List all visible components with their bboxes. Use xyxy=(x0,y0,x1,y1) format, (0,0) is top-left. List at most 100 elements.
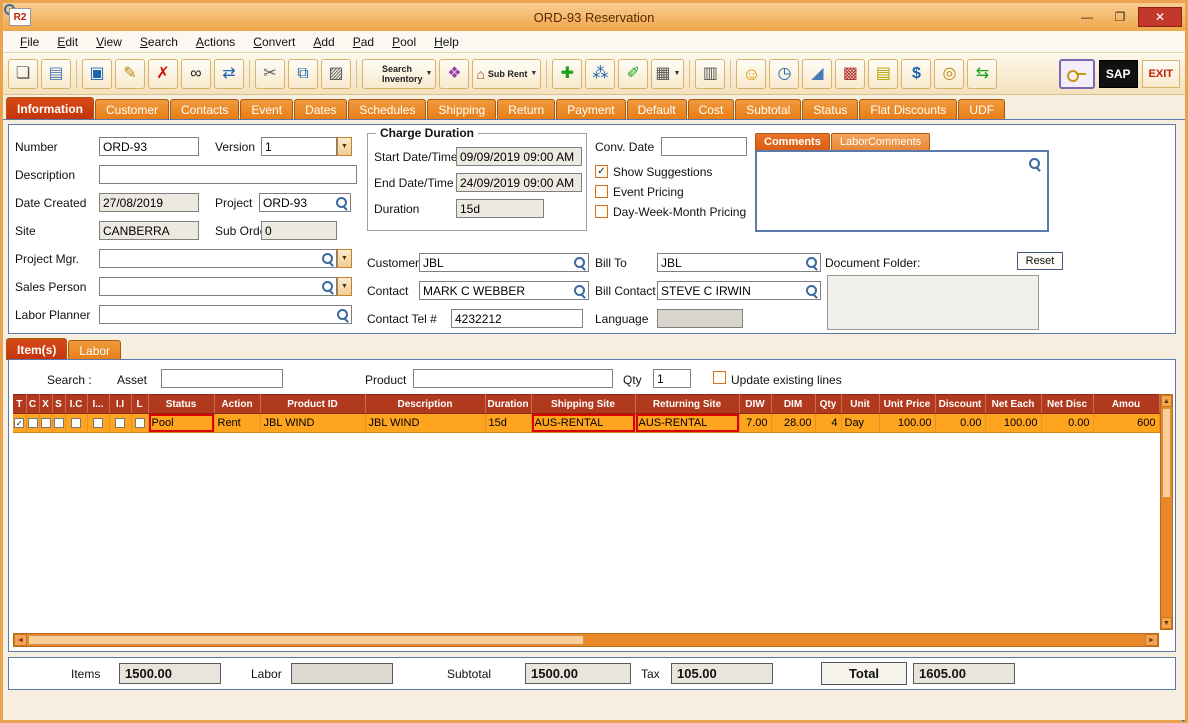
row-cell[interactable]: ✓ xyxy=(13,414,26,433)
find-button[interactable]: ∞ xyxy=(181,59,211,89)
cell-action[interactable]: Rent xyxy=(214,414,260,433)
row-cell[interactable] xyxy=(109,414,131,433)
duration-field[interactable] xyxy=(456,199,544,218)
tab-labor-comments[interactable]: LaborComments xyxy=(831,133,930,150)
search-icon[interactable] xyxy=(1028,157,1041,170)
menu-add[interactable]: Add xyxy=(304,33,343,51)
tab-udf[interactable]: UDF xyxy=(958,99,1005,119)
clock-button[interactable]: ◷ xyxy=(769,59,799,89)
search-icon[interactable] xyxy=(321,252,334,265)
menu-convert[interactable]: Convert xyxy=(244,33,304,51)
event-pricing-checkbox[interactable] xyxy=(595,185,608,198)
version-dropdown-button[interactable]: ▼ xyxy=(337,137,352,156)
row-cell[interactable] xyxy=(87,414,109,433)
row-cell[interactable] xyxy=(26,414,39,433)
menu-actions[interactable]: Actions xyxy=(187,33,244,51)
day-week-month-pricing-checkbox[interactable] xyxy=(595,205,608,218)
edit-button[interactable]: ✎ xyxy=(115,59,145,89)
search-icon[interactable] xyxy=(805,256,818,269)
tab-schedules[interactable]: Schedules xyxy=(348,99,426,119)
search-inventory-button[interactable]: SearchInventory ▼ xyxy=(362,59,436,89)
cell-description[interactable]: JBL WIND xyxy=(365,414,485,433)
menu-file[interactable]: File xyxy=(11,33,48,51)
sales-person-field[interactable] xyxy=(99,277,337,296)
tab-contacts[interactable]: Contacts xyxy=(170,99,239,119)
conv-date-field[interactable] xyxy=(661,137,747,156)
scroll-left-button[interactable]: ◄ xyxy=(14,634,27,646)
tab-information[interactable]: Information xyxy=(6,97,94,119)
cell-shipping-site[interactable]: AUS-RENTAL xyxy=(531,414,635,433)
maximize-button[interactable]: ❐ xyxy=(1105,7,1135,27)
bill-contact-field[interactable] xyxy=(657,281,821,300)
contact-tel-field[interactable] xyxy=(451,309,583,328)
close-button[interactable]: ✕ xyxy=(1138,7,1182,27)
product-field[interactable] xyxy=(413,369,613,388)
cell-returning-site[interactable]: AUS-RENTAL xyxy=(635,414,739,433)
security-key-button[interactable] xyxy=(1059,59,1095,89)
tab-default[interactable]: Default xyxy=(627,99,687,119)
vertical-scroll-thumb[interactable] xyxy=(1162,408,1171,498)
search-icon[interactable] xyxy=(336,308,349,321)
search-icon[interactable] xyxy=(805,284,818,297)
end-datetime-field[interactable] xyxy=(456,173,582,192)
reset-button[interactable]: Reset xyxy=(1017,252,1063,270)
cell-discount[interactable]: 0.00 xyxy=(935,414,985,433)
circles-cluster-button[interactable]: ⁂ xyxy=(585,59,615,89)
tab-event[interactable]: Event xyxy=(240,99,293,119)
notes-button[interactable]: ▤ xyxy=(868,59,898,89)
horizontal-scrollbar[interactable]: ◄ ► xyxy=(13,633,1159,647)
project-field[interactable] xyxy=(259,193,351,212)
cell-qty[interactable]: 4 xyxy=(815,414,841,433)
menu-search[interactable]: Search xyxy=(131,33,187,51)
horizontal-scroll-thumb[interactable] xyxy=(28,635,584,645)
comments-box[interactable] xyxy=(755,150,1049,232)
cell-amount[interactable]: 600 xyxy=(1093,414,1159,433)
row-checkbox[interactable] xyxy=(41,418,51,428)
edit-note-button[interactable]: ✐ xyxy=(618,59,648,89)
cell-unit[interactable]: Day xyxy=(841,414,879,433)
tab-items[interactable]: Item(s) xyxy=(6,338,67,360)
tab-labor[interactable]: Labor xyxy=(68,340,121,360)
search-icon[interactable] xyxy=(321,280,334,293)
qty-field[interactable] xyxy=(653,369,691,388)
exit-button[interactable]: EXIT xyxy=(1142,60,1180,88)
number-field[interactable] xyxy=(99,137,199,156)
minimize-button[interactable]: — xyxy=(1072,7,1102,27)
contact-field[interactable] xyxy=(419,281,589,300)
menu-help[interactable]: Help xyxy=(425,33,468,51)
project-mgr-dropdown-button[interactable]: ▼ xyxy=(337,249,352,268)
date-created-field[interactable] xyxy=(99,193,199,212)
add-button[interactable]: ✚ xyxy=(552,59,582,89)
menu-edit[interactable]: Edit xyxy=(48,33,87,51)
print-button[interactable]: ▤ xyxy=(41,59,71,89)
row-checkbox[interactable] xyxy=(28,418,38,428)
update-existing-lines-checkbox[interactable] xyxy=(713,371,726,384)
site-field[interactable] xyxy=(99,221,199,240)
cell-diw[interactable]: 7.00 xyxy=(739,414,771,433)
tab-shipping[interactable]: Shipping xyxy=(427,99,496,119)
smiley-button[interactable]: ☺ xyxy=(736,59,766,89)
scroll-right-button[interactable]: ► xyxy=(1145,634,1158,646)
save-button[interactable]: ▣ xyxy=(82,59,112,89)
cut-button[interactable]: ✂ xyxy=(255,59,285,89)
row-checkbox[interactable]: ✓ xyxy=(14,418,24,428)
description-field[interactable] xyxy=(99,165,357,184)
grid-button[interactable]: ▦▼ xyxy=(651,59,684,89)
scroll-up-button[interactable]: ▲ xyxy=(1161,395,1172,407)
customer-field[interactable] xyxy=(419,253,589,272)
tab-comments[interactable]: Comments xyxy=(755,133,830,150)
new-document-button[interactable]: ❏ xyxy=(8,59,38,89)
tab-cost[interactable]: Cost xyxy=(688,99,735,119)
sales-person-dropdown-button[interactable]: ▼ xyxy=(337,277,352,296)
search-icon[interactable] xyxy=(573,284,586,297)
tab-payment[interactable]: Payment xyxy=(556,99,625,119)
cell-status[interactable]: Pool xyxy=(148,414,214,433)
row-checkbox[interactable] xyxy=(54,418,64,428)
eraser-button[interactable]: ◢ xyxy=(802,59,832,89)
version-field[interactable] xyxy=(261,137,337,156)
cell-unit-price[interactable]: 100.00 xyxy=(879,414,935,433)
sub-orders-field[interactable] xyxy=(261,221,337,240)
cell-duration[interactable]: 15d xyxy=(485,414,531,433)
asset-field[interactable] xyxy=(161,369,283,388)
row-cell[interactable] xyxy=(39,414,52,433)
